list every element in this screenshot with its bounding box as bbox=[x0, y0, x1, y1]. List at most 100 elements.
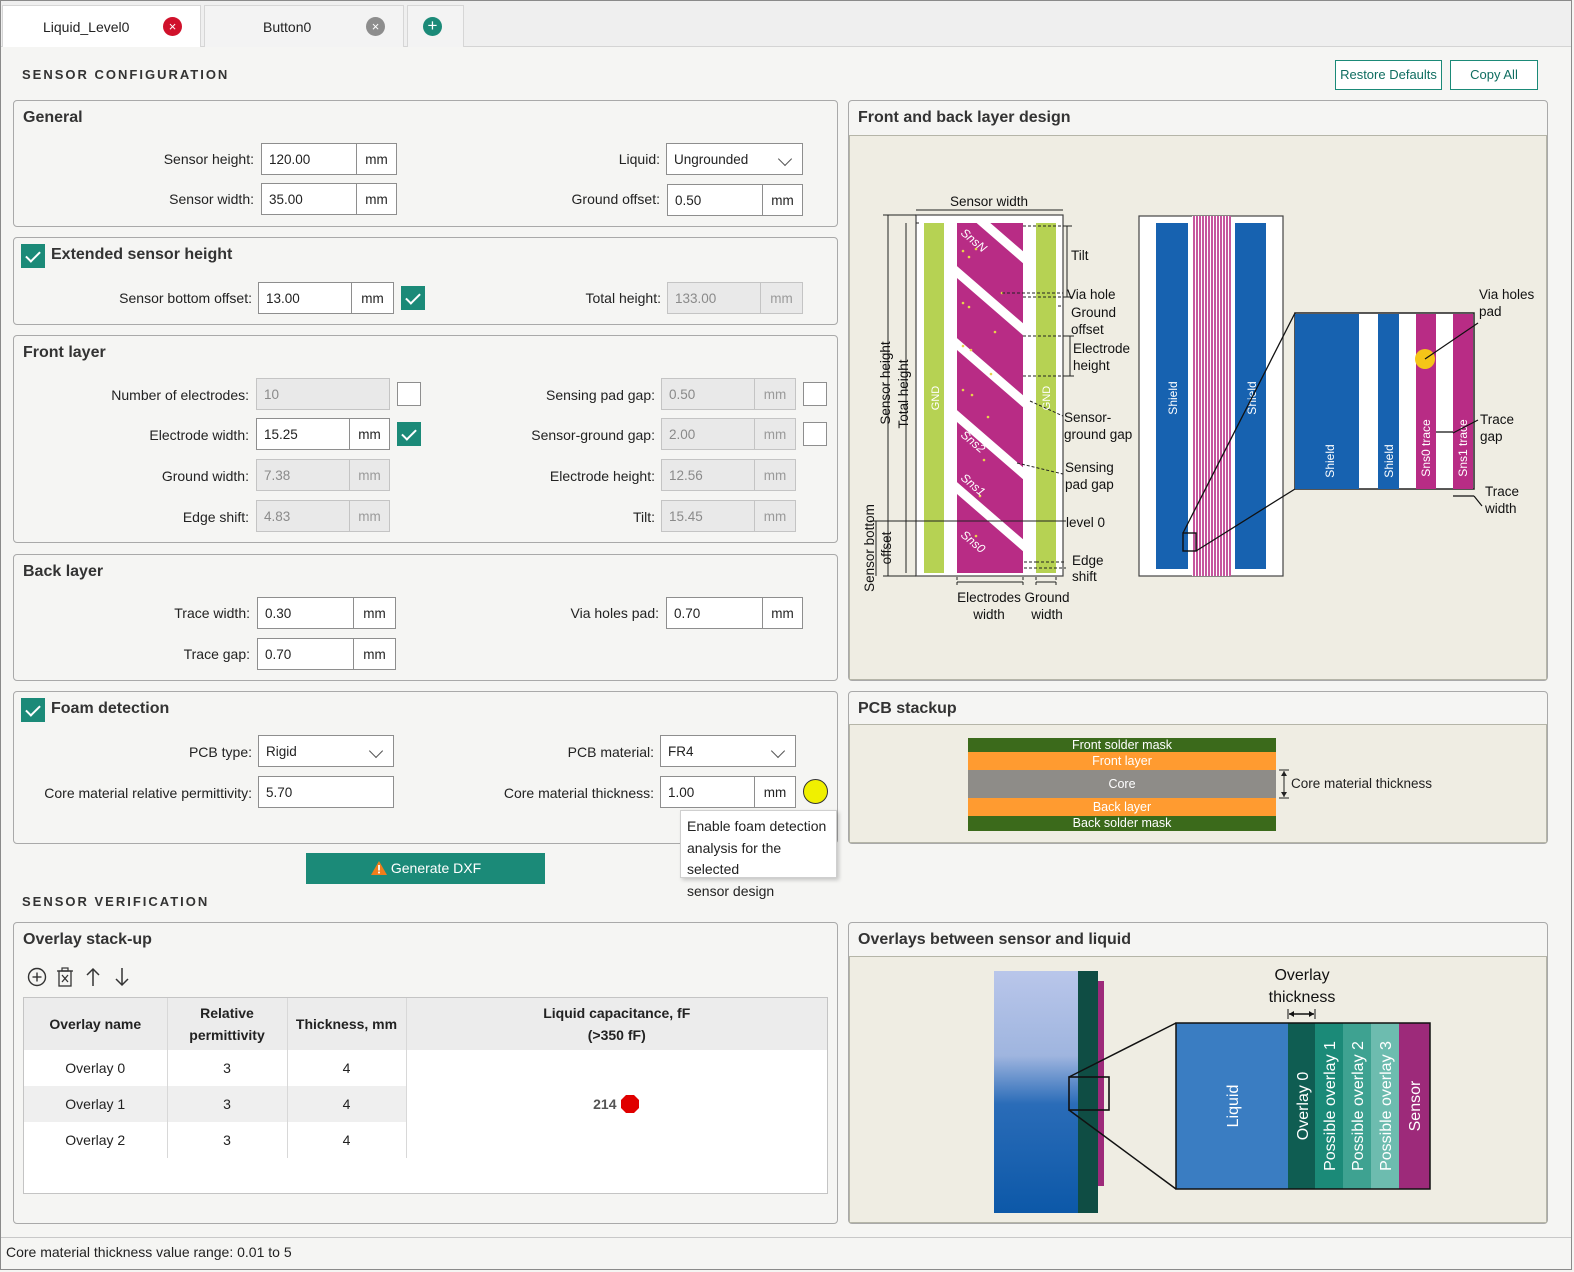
dim-label: Sensor bottom bbox=[862, 504, 877, 592]
status-bar: Core material thickness value range: 0.0… bbox=[1, 1237, 1571, 1269]
electrode-width-input[interactable]: 15.25 bbox=[256, 418, 350, 450]
electrode-height-input: 12.56 bbox=[661, 459, 755, 491]
thickness-cell[interactable]: 4 bbox=[287, 1122, 407, 1158]
core-thickness-annotation: Core material thickness bbox=[1291, 776, 1433, 791]
liquid-select[interactable]: Ungrounded bbox=[666, 143, 803, 175]
status-indicator-icon[interactable] bbox=[803, 779, 828, 804]
edge-shift-label: Edge shift: bbox=[182, 509, 249, 525]
permittivity-cell[interactable]: 3 bbox=[167, 1050, 288, 1086]
group-title: Front layer bbox=[23, 344, 106, 361]
trace-width-input[interactable]: 0.30 bbox=[257, 597, 354, 629]
add-overlay-icon[interactable] bbox=[26, 966, 48, 988]
sensor-height-label: Sensor height: bbox=[163, 151, 254, 167]
unit-mm: mm bbox=[356, 143, 397, 175]
bottom-offset-auto-checkbox[interactable] bbox=[401, 286, 425, 310]
dim-label: width bbox=[1030, 607, 1063, 622]
arrow-down-icon[interactable] bbox=[113, 966, 131, 988]
dim-label: shift bbox=[1072, 569, 1097, 584]
front-back-diagram: SnsN Sns2 Sns1 Sns0 GND GND Sensor width… bbox=[849, 135, 1547, 680]
dim-label: Trace bbox=[1485, 484, 1519, 499]
dim-label: Via hole bbox=[1067, 287, 1116, 302]
group-title: PCB stackup bbox=[858, 700, 957, 717]
back-solder-mask-layer: Back solder mask bbox=[968, 816, 1276, 831]
capacitance-cell: 214 bbox=[406, 1050, 827, 1158]
sensor-configuration-heading: SENSOR CONFIGURATION bbox=[22, 67, 230, 82]
column-header-line: permittivity bbox=[189, 1027, 265, 1043]
table-row[interactable]: Overlay 0 3 4 214 bbox=[24, 1050, 827, 1113]
thickness-cell[interactable]: 4 bbox=[287, 1086, 407, 1122]
permittivity-input[interactable]: 5.70 bbox=[258, 776, 394, 808]
add-tab-button[interactable]: + bbox=[407, 5, 464, 47]
restore-defaults-button[interactable]: Restore Defaults bbox=[1335, 60, 1442, 90]
generate-dxf-button[interactable]: Generate DXF bbox=[306, 853, 545, 884]
foam-tooltip: Enable foam detection analysis for the s… bbox=[680, 810, 837, 899]
permittivity-cell[interactable]: 3 bbox=[167, 1122, 288, 1158]
unit-mm: mm bbox=[760, 282, 803, 314]
via-holes-pad-input[interactable]: 0.70 bbox=[666, 597, 763, 629]
thickness-label: Overlay bbox=[1274, 967, 1329, 984]
electrode-width-label: Electrode width: bbox=[149, 427, 249, 443]
extended-height-checkbox[interactable] bbox=[21, 244, 45, 268]
unit-mm: mm bbox=[754, 378, 796, 410]
tooltip-line: Enable foam detection bbox=[687, 818, 827, 834]
trace-gap-input[interactable]: 0.70 bbox=[257, 638, 354, 670]
foam-detection-checkbox[interactable] bbox=[21, 698, 45, 722]
pcb-material-label: PCB material: bbox=[567, 744, 654, 760]
tab-liquid-level0[interactable]: Liquid_Level0 × bbox=[2, 5, 201, 47]
front-layer-layer: Front layer bbox=[968, 752, 1276, 770]
tab-label: Liquid_Level0 bbox=[43, 19, 130, 35]
overlay-name-cell[interactable]: Overlay 1 bbox=[24, 1086, 168, 1122]
group-title: Extended sensor height bbox=[51, 246, 233, 263]
sensor-width-input[interactable]: 35.00 bbox=[261, 183, 357, 215]
sensor-bottom-offset-input[interactable]: 13.00 bbox=[258, 282, 352, 314]
shield-label: Shield bbox=[1323, 444, 1337, 477]
sensor-ground-gap-input: 2.00 bbox=[661, 418, 755, 450]
sensing-pad-gap-label: Sensing pad gap: bbox=[546, 387, 655, 403]
shield-label: Shield bbox=[1382, 444, 1396, 477]
pcb-material-select[interactable]: FR4 bbox=[660, 735, 796, 767]
back-layer-layer: Back layer bbox=[968, 798, 1276, 816]
dim-label: pad gap bbox=[1065, 477, 1114, 492]
sensor-width-label: Sensor width: bbox=[169, 191, 254, 207]
arrow-up-icon[interactable] bbox=[84, 966, 102, 988]
group-title: Overlays between sensor and liquid bbox=[858, 931, 1131, 948]
gnd-label: GND bbox=[930, 386, 942, 411]
tab-button0[interactable]: Button0 × bbox=[204, 5, 404, 47]
column-header: Liquid capacitance, fF (>350 fF) bbox=[406, 998, 827, 1050]
dim-label: Trace bbox=[1480, 412, 1514, 427]
dim-label: Ground bbox=[1024, 590, 1069, 605]
core-layer: Core bbox=[968, 770, 1276, 798]
dim-label: offset bbox=[1071, 322, 1104, 337]
dim-label: pad bbox=[1479, 304, 1502, 319]
sensing-pad-gap-checkbox[interactable] bbox=[803, 382, 827, 406]
copy-all-button[interactable]: Copy All bbox=[1450, 60, 1538, 90]
pcb-type-select[interactable]: Rigid bbox=[258, 735, 394, 767]
delete-overlay-icon[interactable] bbox=[55, 966, 75, 988]
table-header-row: Overlay name Relative permittivity Thickn… bbox=[24, 998, 827, 1050]
core-thickness-input[interactable]: 1.00 bbox=[660, 776, 755, 808]
thickness-cell[interactable]: 4 bbox=[287, 1050, 407, 1086]
unit-mm: mm bbox=[351, 282, 394, 314]
sensor-verification-heading: SENSOR VERIFICATION bbox=[22, 894, 210, 909]
chevron-down-icon bbox=[770, 743, 786, 759]
dim-label: Total height bbox=[896, 359, 911, 428]
electrode-width-checkbox[interactable] bbox=[397, 422, 421, 446]
overlay-name-cell[interactable]: Overlay 2 bbox=[24, 1122, 168, 1158]
dim-label: height bbox=[1073, 358, 1110, 373]
sensor-height-input[interactable]: 120.00 bbox=[261, 143, 357, 175]
tab-label: Button0 bbox=[263, 19, 312, 35]
number-of-electrodes-label: Number of electrodes: bbox=[111, 387, 249, 403]
dim-label: width bbox=[972, 607, 1005, 622]
dim-label: gap bbox=[1480, 429, 1503, 444]
overlay-name-cell[interactable]: Overlay 0 bbox=[24, 1050, 168, 1086]
num-electrodes-checkbox[interactable] bbox=[397, 382, 421, 406]
tilt-label: Tilt: bbox=[632, 509, 655, 525]
permittivity-cell[interactable]: 3 bbox=[167, 1086, 288, 1122]
close-icon[interactable]: × bbox=[163, 17, 182, 36]
group-title: Front and back layer design bbox=[858, 109, 1071, 126]
ground-offset-input[interactable]: 0.50 bbox=[667, 184, 763, 216]
gnd-label: GND bbox=[1041, 386, 1053, 411]
dim-label: Sensor width bbox=[950, 194, 1028, 209]
sensor-ground-gap-checkbox[interactable] bbox=[803, 422, 827, 446]
close-icon[interactable]: × bbox=[366, 17, 385, 36]
